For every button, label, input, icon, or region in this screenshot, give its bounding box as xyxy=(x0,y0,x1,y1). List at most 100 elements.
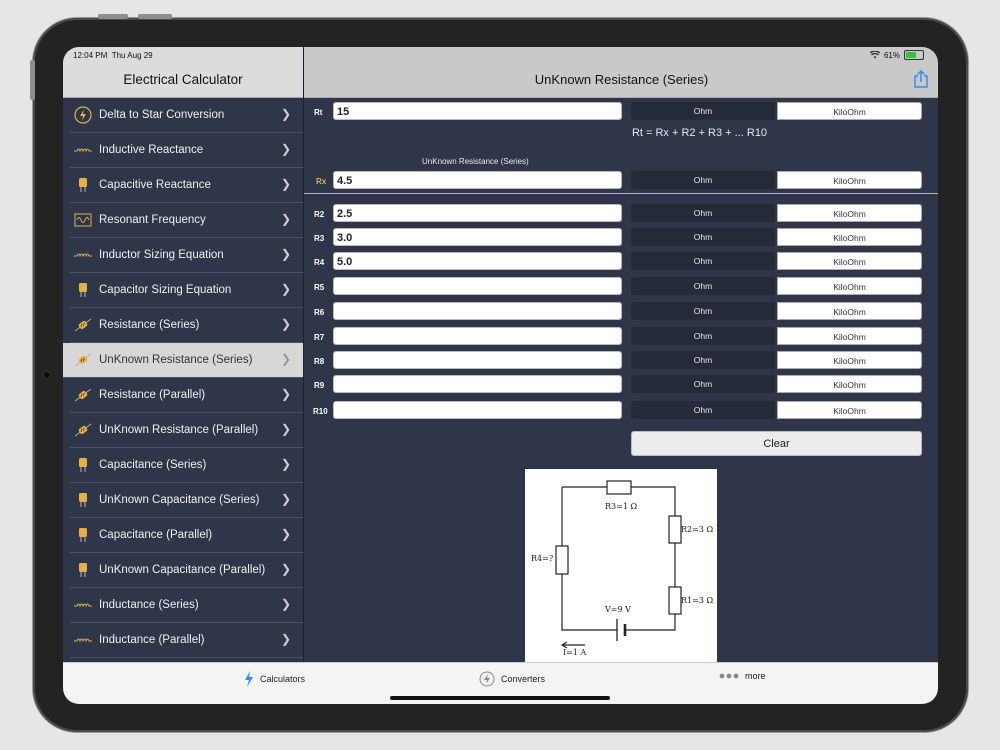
sidebar-item-label: Capacitance (Series) xyxy=(99,459,207,471)
resistor-label: R6 xyxy=(314,308,325,317)
inductor-icon xyxy=(74,638,92,643)
sidebar-item-label: UnKnown Capacitance (Parallel) xyxy=(99,564,266,576)
rt-row: Rt 15 Ohm KiloOhm xyxy=(304,102,938,122)
sidebar-item[interactable]: Inductive Reactance ❯ xyxy=(70,133,303,168)
clear-button[interactable]: Clear xyxy=(631,431,922,456)
tab-more[interactable]: more xyxy=(719,671,766,681)
resistor-unit-kiloohm[interactable]: KiloOhm xyxy=(777,302,922,320)
sidebar-item[interactable]: UnKnown Capacitance (Parallel) ❯ xyxy=(70,553,303,588)
resistor-unit-ohm[interactable]: Ohm xyxy=(631,327,775,345)
sidebar-item[interactable]: Inductance (Series) ❯ xyxy=(70,588,303,623)
status-time: 12:04 PM Thu Aug 29 xyxy=(73,51,153,60)
resistor-unit-kiloohm[interactable]: KiloOhm xyxy=(777,252,922,270)
resistor-label: R9 xyxy=(314,381,325,390)
sidebar-item-icon xyxy=(70,601,96,609)
inductor-icon xyxy=(74,148,92,153)
resistor-input[interactable] xyxy=(333,375,622,393)
resistor-icon xyxy=(74,388,92,402)
resistor-unit-kiloohm[interactable]: KiloOhm xyxy=(777,277,922,295)
fig-i-label: I=1 A xyxy=(563,648,586,657)
fig-r3-label: R3=1 Ω xyxy=(605,502,637,511)
more-dots-icon xyxy=(719,673,739,679)
resistor-unit-kiloohm[interactable]: KiloOhm xyxy=(777,204,922,222)
sidebar-item[interactable]: Resonant Frequency ❯ xyxy=(70,203,303,238)
capacitor-icon xyxy=(79,283,87,297)
sidebar-item[interactable]: Capacitance (Series) ❯ xyxy=(70,448,303,483)
sidebar-item[interactable]: Inductance (Parallel) ❯ xyxy=(70,623,303,658)
fig-r2-label: R2=3 Ω xyxy=(681,525,713,534)
screen: 12:04 PM Thu Aug 29 61% Electrical Calcu… xyxy=(63,47,938,704)
chevron-right-icon: ❯ xyxy=(280,562,291,576)
rx-label: Rx xyxy=(316,177,327,186)
sidebar-item[interactable]: Capacitor Sizing Equation ❯ xyxy=(70,273,303,308)
sidebar-item[interactable]: Resistance (Series) ❯ xyxy=(70,308,303,343)
sidebar-item[interactable]: Delta to Star Conversion ❯ xyxy=(70,98,303,133)
bolt-icon xyxy=(245,671,253,687)
rx-unit-ohm[interactable]: Ohm xyxy=(631,171,775,189)
chevron-right-icon: ❯ xyxy=(280,492,291,506)
sidebar: Electrical Calculator Delta to Star Conv… xyxy=(63,47,303,662)
resistor-input[interactable]: 2.5 xyxy=(333,204,622,222)
tab-calculators[interactable]: Calculators xyxy=(244,671,305,687)
sidebar-item-label: Resonant Frequency xyxy=(99,214,206,226)
sidebar-item[interactable]: Inductor Sizing Equation ❯ xyxy=(70,238,303,273)
resistor-input[interactable]: 3.0 xyxy=(333,228,622,246)
resistor-input[interactable] xyxy=(333,401,622,419)
wifi-icon xyxy=(869,51,880,59)
resistor-unit-ohm[interactable]: Ohm xyxy=(631,204,775,222)
sidebar-item-label: Capacitance (Parallel) xyxy=(99,529,213,541)
rt-input[interactable]: 15 xyxy=(333,102,622,120)
sidebar-item-label: UnKnown Resistance (Parallel) xyxy=(99,424,259,436)
chevron-right-icon: ❯ xyxy=(280,247,291,261)
resistor-input[interactable]: 5.0 xyxy=(333,252,622,270)
device-button-top xyxy=(138,14,172,19)
sidebar-item-icon xyxy=(70,562,96,578)
sidebar-item[interactable]: Capacitance (Parallel) ❯ xyxy=(70,518,303,553)
rt-unit-ohm[interactable]: Ohm xyxy=(631,102,775,120)
sidebar-item-label: Inductance (Series) xyxy=(99,599,199,611)
resistor-unit-kiloohm[interactable]: KiloOhm xyxy=(777,375,922,393)
resistor-unit-kiloohm[interactable]: KiloOhm xyxy=(777,351,922,369)
main-panel: UnKnown Resistance (Series) Rt 15 Ohm Ki… xyxy=(303,47,938,662)
resistor-input[interactable] xyxy=(333,302,622,320)
resistor-input[interactable] xyxy=(333,277,622,295)
tab-converters[interactable]: Converters xyxy=(479,671,545,687)
chevron-right-icon: ❯ xyxy=(280,282,291,296)
share-icon[interactable] xyxy=(914,70,928,88)
device-button-side xyxy=(30,60,35,100)
divider xyxy=(304,193,938,194)
resistor-unit-ohm[interactable]: Ohm xyxy=(631,351,775,369)
capacitor-icon xyxy=(79,528,87,542)
status-bar: 12:04 PM Thu Aug 29 61% xyxy=(63,47,938,63)
sidebar-item-icon xyxy=(70,177,96,193)
sidebar-item-icon xyxy=(70,527,96,543)
resistor-unit-ohm[interactable]: Ohm xyxy=(631,228,775,246)
resistor-label: R7 xyxy=(314,333,325,342)
sidebar-item[interactable]: UnKnown Resistance (Parallel) ❯ xyxy=(70,413,303,448)
sidebar-item[interactable]: Capacitive Reactance ❯ xyxy=(70,168,303,203)
resistor-unit-kiloohm[interactable]: KiloOhm xyxy=(777,228,922,246)
chevron-right-icon: ❯ xyxy=(280,527,291,541)
resistor-unit-kiloohm[interactable]: KiloOhm xyxy=(777,327,922,345)
sidebar-item-label: UnKnown Resistance (Series) xyxy=(99,354,253,366)
rx-output: 4.5 xyxy=(333,171,622,189)
chevron-right-icon: ❯ xyxy=(280,457,291,471)
resistor-unit-ohm[interactable]: Ohm xyxy=(631,277,775,295)
resistor-unit-ohm[interactable]: Ohm xyxy=(631,302,775,320)
resistor-unit-kiloohm[interactable]: KiloOhm xyxy=(777,401,922,419)
sidebar-item[interactable]: Resistance (Parallel) ❯ xyxy=(70,378,303,413)
sidebar-item[interactable]: UnKnown Resistance (Series) ❯ xyxy=(63,343,303,378)
inductor-icon xyxy=(74,253,92,258)
rt-unit-kiloohm[interactable]: KiloOhm xyxy=(777,102,922,120)
resistor-unit-ohm[interactable]: Ohm xyxy=(631,375,775,393)
resistor-input[interactable] xyxy=(333,351,622,369)
resistor-row: R2 2.5 Ohm KiloOhm xyxy=(304,204,938,224)
sidebar-item-label: Inductor Sizing Equation xyxy=(99,249,224,261)
resistor-input[interactable] xyxy=(333,327,622,345)
resistor-row: R5 Ohm KiloOhm xyxy=(304,277,938,297)
rx-unit-kiloohm[interactable]: KiloOhm xyxy=(777,171,922,189)
resistor-unit-ohm[interactable]: Ohm xyxy=(631,252,775,270)
resistor-unit-ohm[interactable]: Ohm xyxy=(631,401,775,419)
resistor-row: R4 5.0 Ohm KiloOhm xyxy=(304,252,938,272)
sidebar-item[interactable]: UnKnown Capacitance (Series) ❯ xyxy=(70,483,303,518)
